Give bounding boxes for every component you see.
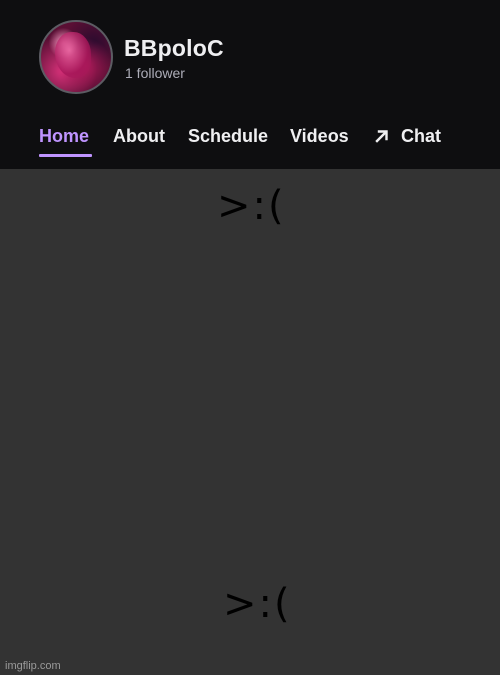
tab-schedule[interactable]: Schedule <box>188 125 268 147</box>
channel-name[interactable]: BBpoloC <box>124 34 224 62</box>
tab-about[interactable]: About <box>113 125 165 147</box>
external-arrow-icon[interactable] <box>373 127 391 145</box>
imgflip-watermark: imgflip.com <box>5 660 61 672</box>
caption-top: >:( <box>217 183 286 229</box>
avatar-image <box>55 32 91 78</box>
tab-home[interactable]: Home <box>39 125 89 147</box>
tab-videos[interactable]: Videos <box>290 125 349 147</box>
channel-header: BBpoloC 1 follower Home About Schedule V… <box>0 0 500 169</box>
tab-chat[interactable]: Chat <box>401 125 441 147</box>
active-tab-indicator <box>39 154 92 157</box>
caption-bottom: >:( <box>223 581 292 627</box>
follower-count: 1 follower <box>125 65 185 81</box>
avatar[interactable] <box>39 20 113 94</box>
